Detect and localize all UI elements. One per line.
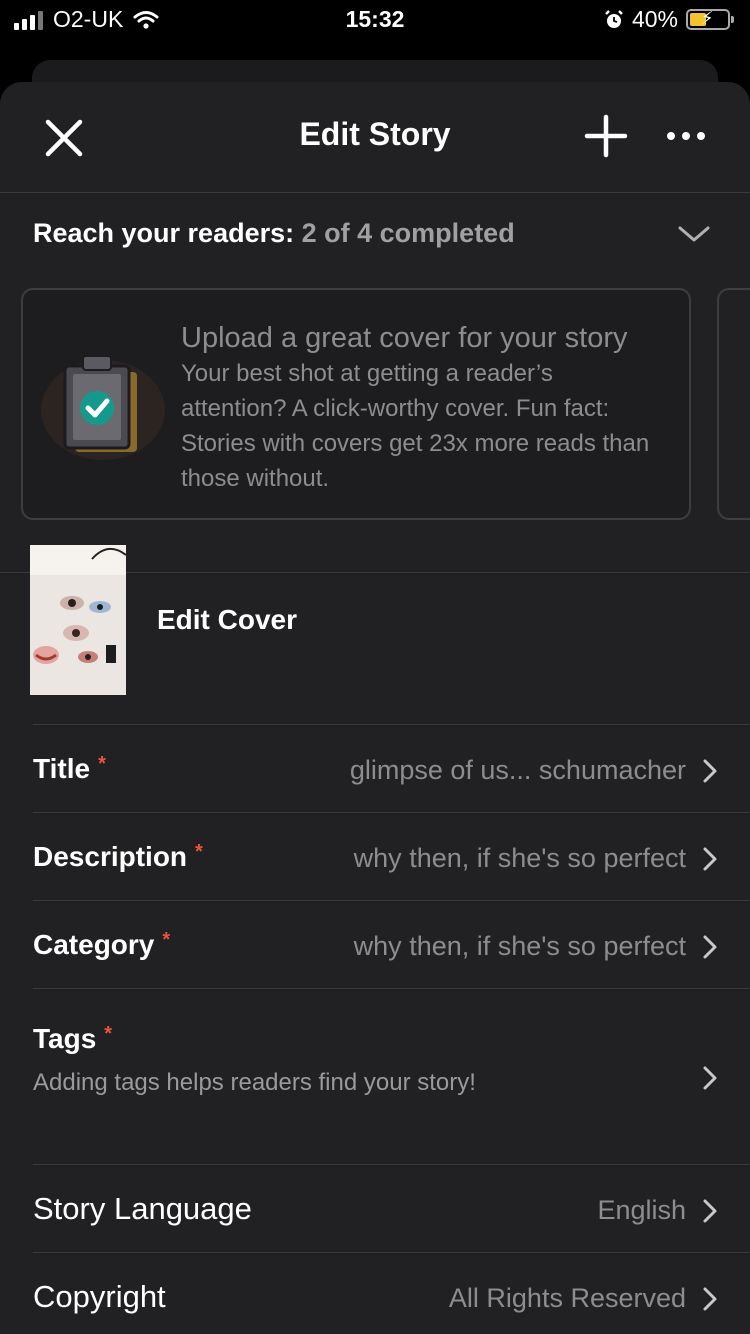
battery-charging-icon: ⚡	[686, 8, 734, 30]
title-label-text: Title	[33, 753, 91, 784]
edit-cover-button[interactable]: Edit Cover	[157, 604, 297, 636]
plus-icon	[584, 114, 628, 158]
required-marker: *	[104, 1023, 113, 1045]
tags-label: Tags *	[33, 1023, 112, 1055]
alarm-icon	[605, 9, 623, 28]
chevron-right-icon	[703, 759, 717, 783]
description-value: why then, if she's so perfect	[353, 843, 686, 873]
title-row[interactable]: Title * glimpse of us... schumacher	[33, 724, 750, 813]
battery-percent: 40%	[631, 6, 678, 32]
more-icon	[667, 132, 705, 140]
add-part-button[interactable]	[582, 112, 630, 160]
title-label: Title *	[33, 753, 106, 785]
category-label-text: Category	[33, 929, 155, 960]
category-label: Category *	[33, 929, 170, 961]
tip-text: Upload a great cover for your story Your…	[181, 320, 661, 496]
category-value: why then, if she's so perfect	[353, 931, 686, 961]
tags-row[interactable]: Tags * Adding tags helps readers find you…	[33, 988, 750, 1165]
status-right: 40% ⚡	[604, 6, 734, 33]
required-marker: *	[195, 841, 203, 863]
status-bar: O2-UK 15:32 40% ⚡	[0, 0, 750, 44]
cover-thumbnail[interactable]	[30, 545, 126, 695]
chevron-right-icon	[703, 935, 717, 959]
cover-tip-card[interactable]: Upload a great cover for your story Your…	[21, 288, 691, 520]
tip-heading: Upload a great cover for your story	[181, 322, 628, 354]
description-label-text: Description	[33, 841, 188, 872]
chevron-right-icon	[703, 1287, 717, 1311]
chevron-right-icon	[703, 1066, 717, 1090]
tags-label-text: Tags	[33, 1023, 97, 1054]
story-language-label: Story Language	[33, 1191, 252, 1226]
copyright-row[interactable]: Copyright All Rights Reserved	[33, 1252, 750, 1334]
next-tip-card[interactable]	[717, 288, 750, 520]
more-options-button[interactable]	[662, 116, 710, 156]
chevron-right-icon	[703, 847, 717, 871]
description-row[interactable]: Description * why then, if she's so perfe…	[33, 812, 750, 901]
copyright-value: All Rights Reserved	[448, 1283, 686, 1313]
tags-hint: Adding tags helps readers find your stor…	[33, 1069, 476, 1096]
progress-status: 2 of 4 completed	[301, 218, 515, 248]
required-marker: *	[98, 753, 106, 775]
edit-story-sheet: Edit Story Reach your readers: 2 of 4 co…	[0, 82, 750, 1334]
title-value: glimpse of us... schumacher	[349, 755, 686, 785]
progress-label: Reach your readers:	[33, 218, 295, 248]
chevron-down-icon	[678, 226, 710, 242]
tip-body: Your best shot at getting a reader’s att…	[181, 360, 650, 492]
copyright-label: Copyright	[33, 1279, 166, 1314]
description-label: Description *	[33, 841, 203, 873]
cover-image	[30, 545, 126, 695]
reach-readers-progress: Reach your readers: 2 of 4 completed	[33, 218, 515, 249]
story-language-row[interactable]: Story Language English	[33, 1164, 750, 1253]
page-title: Edit Story	[299, 116, 451, 152]
expand-progress-button[interactable]	[676, 222, 712, 246]
story-language-value: English	[597, 1195, 686, 1225]
category-row[interactable]: Category * why then, if she's so perfect	[33, 900, 750, 989]
chevron-right-icon	[703, 1199, 717, 1223]
nav-bar: Edit Story	[0, 82, 750, 193]
required-marker: *	[162, 929, 171, 951]
cover-checklist-illustration	[41, 355, 165, 460]
